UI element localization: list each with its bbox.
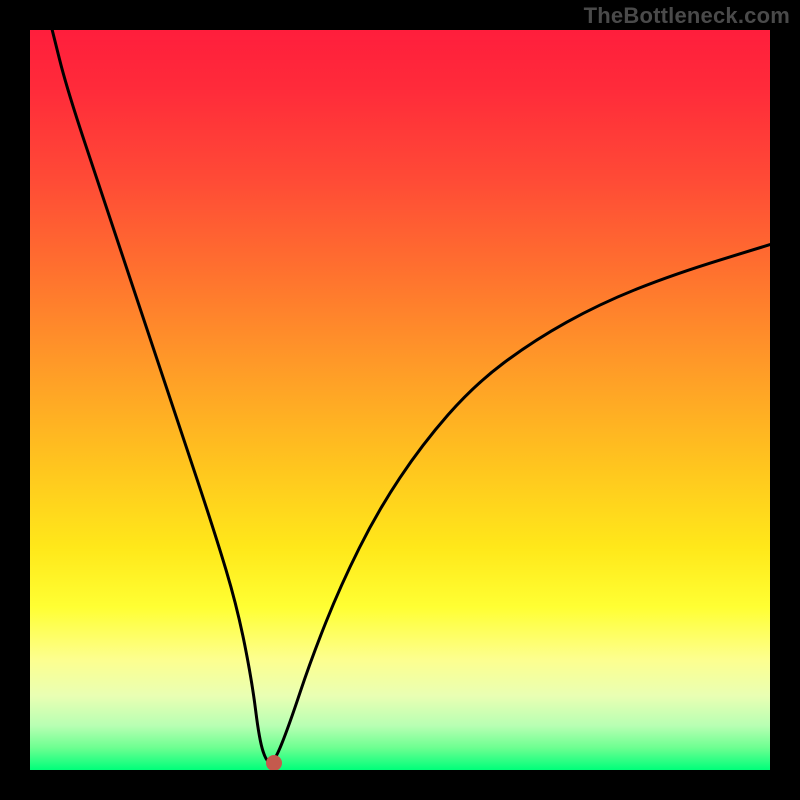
optimal-point-marker (266, 755, 282, 770)
curve-svg (30, 30, 770, 770)
bottleneck-curve (52, 30, 770, 763)
watermark-text: TheBottleneck.com (584, 3, 790, 29)
plot-area (30, 30, 770, 770)
chart-frame: TheBottleneck.com (0, 0, 800, 800)
